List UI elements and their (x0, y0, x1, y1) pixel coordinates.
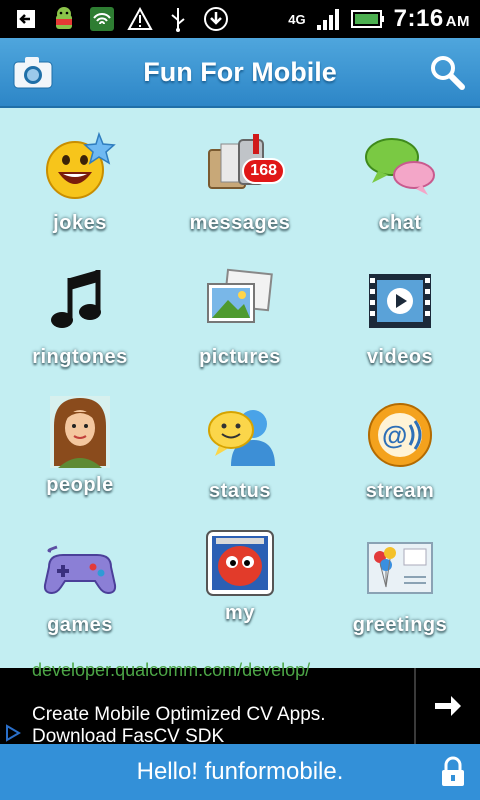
ad-headline: Create Mobile Optimized CV Apps. (32, 704, 326, 725)
tile-label: messages (189, 212, 291, 234)
tile-label: stream (365, 480, 435, 502)
signal-icon (314, 5, 342, 33)
ad-url: developer.qualcomm.com/develop/ (32, 660, 311, 680)
status-bar: 4G 7:16 AM (0, 0, 480, 38)
tile-jokes[interactable]: jokes (0, 128, 160, 262)
tile-my[interactable]: my (160, 530, 320, 664)
app-header: Fun For Mobile (0, 38, 480, 108)
greeting-text: Hello! funformobile. (136, 758, 344, 785)
people-icon (50, 396, 110, 468)
tile-greetings[interactable]: greetings (320, 530, 480, 664)
my-icon (206, 530, 274, 596)
tile-messages[interactable]: 168 messages (160, 128, 320, 262)
search-icon (431, 56, 465, 90)
tile-label: videos (366, 346, 434, 368)
greetings-icon (361, 530, 439, 608)
tile-ringtones[interactable]: ringtones (0, 262, 160, 396)
tile-chat[interactable]: chat (320, 128, 480, 262)
clock: 7:16 AM (393, 5, 470, 32)
android-icon (50, 5, 78, 33)
stream-icon: @ (361, 396, 439, 474)
battery-icon (350, 5, 386, 33)
tile-status[interactable]: status (160, 396, 320, 530)
ad-open-button[interactable] (414, 668, 480, 744)
tile-label: jokes (53, 212, 107, 234)
tile-pictures[interactable]: pictures (160, 262, 320, 396)
ad-banner[interactable]: developer.qualcomm.com/develop/ Create M… (0, 660, 480, 747)
pictures-icon (201, 262, 279, 340)
back-icon (12, 5, 40, 33)
search-button[interactable] (424, 50, 470, 94)
messages-count-badge: 168 (242, 158, 285, 184)
tile-games[interactable]: games (0, 530, 160, 664)
warning-icon (126, 5, 154, 33)
camera-icon (13, 57, 53, 89)
tile-label: ringtones (32, 346, 128, 368)
tile-label: status (209, 480, 271, 502)
tile-label: pictures (199, 346, 281, 368)
arrow-right-icon (435, 696, 461, 716)
ringtones-icon (41, 262, 119, 340)
feature-grid: jokes 168 messages chat ringtones pictur… (0, 108, 480, 668)
lock-icon[interactable] (440, 756, 466, 793)
usb-icon (164, 5, 192, 33)
tile-label: greetings (352, 614, 448, 636)
tile-people[interactable]: people (0, 396, 160, 530)
page-title: Fun For Mobile (143, 56, 337, 87)
tile-label: games (47, 614, 113, 636)
svg-text:@: @ (382, 420, 407, 450)
videos-icon (361, 262, 439, 340)
tile-label: my (225, 602, 255, 624)
chat-icon (361, 128, 439, 206)
camera-button[interactable] (10, 50, 56, 94)
tile-videos[interactable]: videos (320, 262, 480, 396)
footer-bar[interactable]: Hello! funformobile. (0, 744, 480, 800)
games-icon (41, 530, 119, 608)
tile-label: chat (378, 212, 422, 234)
network-type: 4G (288, 11, 306, 27)
shield-icon (88, 5, 116, 33)
status-icon (201, 396, 279, 474)
messages-icon: 168 (201, 128, 285, 206)
download-icon (202, 5, 230, 33)
tile-label: people (46, 474, 114, 496)
tile-stream[interactable]: @ stream (320, 396, 480, 530)
jokes-icon (41, 128, 119, 206)
